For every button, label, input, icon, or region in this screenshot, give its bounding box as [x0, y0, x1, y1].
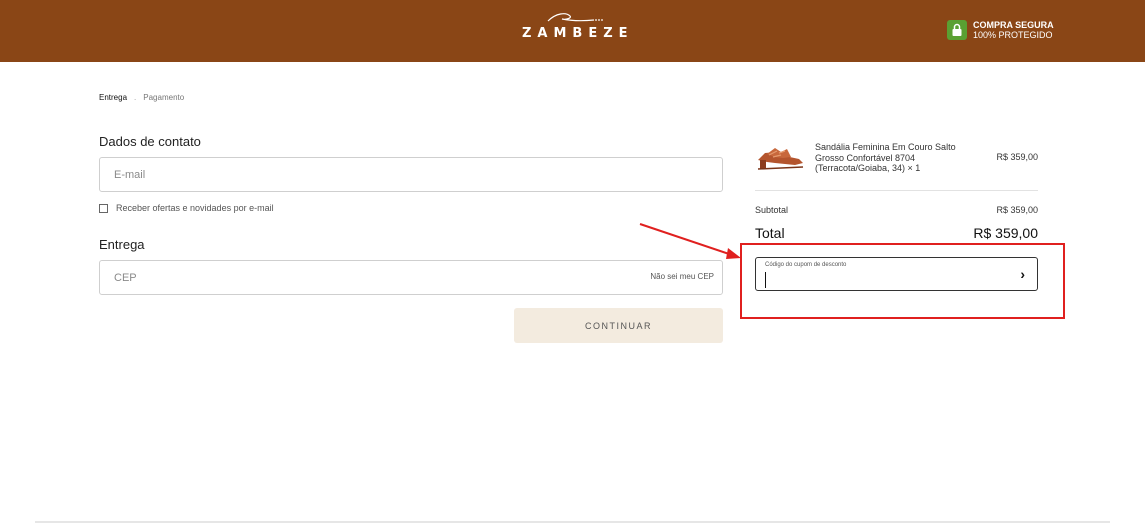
product-image — [757, 148, 804, 170]
breadcrumb-separator: . — [134, 93, 137, 102]
newsletter-option[interactable]: Receber ofertas e novidades por e-mail — [99, 203, 274, 213]
summary-divider — [755, 190, 1038, 191]
total-value: R$ 359,00 — [973, 225, 1038, 241]
secure-purchase-badge: COMPRA SEGURA 100% PROTEGIDO — [947, 20, 1054, 40]
annotation-highlight-box — [740, 243, 1065, 319]
email-field[interactable] — [112, 167, 710, 182]
annotation-arrow-icon — [639, 223, 741, 259]
email-field-wrapper — [99, 157, 723, 192]
continue-button[interactable]: CONTINUAR — [514, 308, 723, 343]
newsletter-checkbox[interactable] — [99, 203, 108, 213]
secure-subtitle: 100% PROTEGIDO — [973, 30, 1053, 40]
contact-section-title: Dados de contato — [99, 134, 201, 149]
total-label: Total — [755, 225, 785, 241]
delivery-section-title: Entrega — [99, 237, 145, 252]
lock-icon — [947, 20, 967, 40]
subtotal-label: Subtotal — [755, 205, 789, 215]
secure-title: COMPRA SEGURA — [973, 20, 1054, 30]
newsletter-label: Receber ofertas e novidades por e-mail — [116, 203, 274, 213]
logo-swash-icon — [547, 13, 603, 22]
logo-text: ZAMBEZE — [522, 26, 634, 41]
cep-field[interactable] — [112, 270, 710, 285]
product-name: Sandália Feminina Em Couro Salto Grosso … — [815, 142, 956, 173]
site-header: ZAMBEZE COMPRA SEGURA 100% PROTEGIDO — [0, 0, 1145, 62]
page-bottom-scrollbar — [35, 521, 1110, 523]
unknown-cep-link[interactable]: Não sei meu CEP — [650, 272, 714, 281]
breadcrumb-step-entrega[interactable]: Entrega — [99, 93, 127, 102]
brand-logo[interactable]: ZAMBEZE — [522, 12, 634, 46]
subtotal-value: R$ 359,00 — [996, 205, 1038, 215]
cep-field-wrapper: Não sei meu CEP — [99, 260, 723, 295]
breadcrumb: Entrega . Pagamento — [99, 93, 184, 102]
breadcrumb-step-pagamento[interactable]: Pagamento — [143, 93, 184, 102]
product-price: R$ 359,00 — [996, 152, 1038, 162]
